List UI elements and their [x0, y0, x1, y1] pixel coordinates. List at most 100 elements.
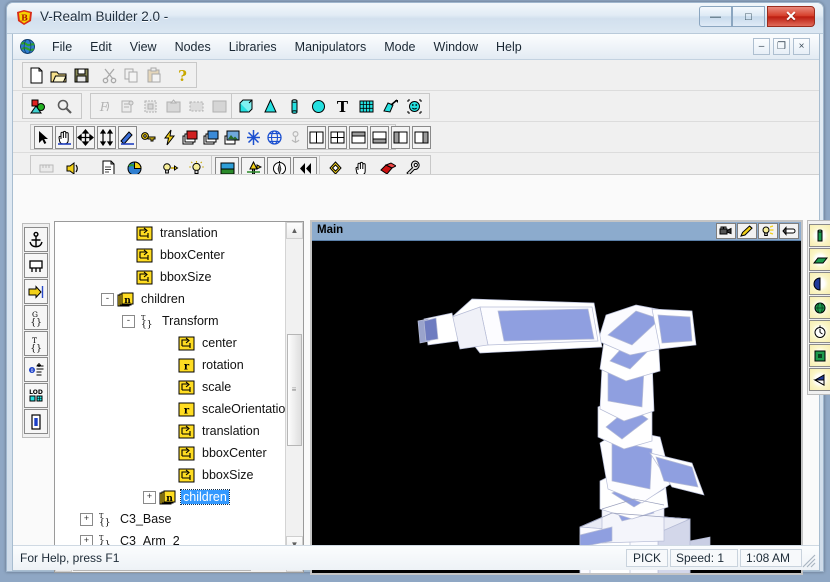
cut-button[interactable]	[99, 63, 120, 87]
open-file-button[interactable]	[48, 63, 69, 87]
window-maximize-button[interactable]: □	[732, 6, 765, 27]
lod-node-button[interactable]: LOD	[24, 383, 48, 408]
anchor-view-button[interactable]	[286, 125, 305, 149]
text-button[interactable]: T	[331, 94, 354, 118]
paint-button[interactable]	[118, 125, 137, 149]
tree-node[interactable]: bboxSize	[55, 464, 286, 486]
square-view-button[interactable]	[809, 344, 830, 367]
menu-libraries[interactable]: Libraries	[220, 37, 286, 57]
tree-vertical-scrollbar[interactable]: ▲ ≡ ▼	[285, 222, 303, 553]
save-file-button[interactable]	[70, 63, 92, 87]
function-button[interactable]: F	[94, 94, 115, 118]
lightning-button[interactable]	[160, 125, 179, 149]
menu-nodes[interactable]: Nodes	[166, 37, 220, 57]
tree-node[interactable]: translation	[55, 222, 286, 244]
extrusion-button[interactable]	[379, 94, 402, 118]
menu-help[interactable]: Help	[487, 37, 531, 57]
box-button[interactable]	[235, 94, 258, 118]
copy-button[interactable]	[121, 63, 143, 87]
snap-button[interactable]	[244, 125, 263, 149]
insert-node-button[interactable]	[163, 94, 184, 118]
paste-button[interactable]	[144, 63, 165, 87]
billboard-node-button[interactable]	[24, 253, 48, 278]
face-button[interactable]	[403, 94, 426, 118]
group-node-button[interactable]: G{}	[24, 305, 48, 330]
cone-button[interactable]	[259, 94, 282, 118]
menu-mode[interactable]: Mode	[375, 37, 424, 57]
pane-left-button[interactable]	[391, 125, 410, 149]
new-file-button[interactable]	[26, 63, 47, 87]
anchor-node-button[interactable]	[24, 227, 48, 252]
tree-node[interactable]: + n children	[55, 486, 286, 508]
inline-node-button[interactable]	[24, 409, 48, 434]
switch-node-button[interactable]: 0	[24, 357, 48, 382]
half-sphere-view-button[interactable]	[809, 272, 830, 295]
menu-window[interactable]: Window	[425, 37, 487, 57]
globe-wireframe-button[interactable]	[265, 125, 284, 149]
mdi-restore-button[interactable]: ❐	[773, 38, 790, 55]
pane-bottom-button[interactable]	[370, 125, 389, 149]
expand-toggle-icon[interactable]: +	[80, 512, 93, 526]
tree-node[interactable]: r rotation	[55, 354, 286, 376]
tree-node[interactable]: bboxCenter	[55, 244, 286, 266]
scene-tree-panel[interactable]: translation bboxCenter bboxSize - n children -…	[54, 221, 304, 554]
select-tool-button[interactable]	[34, 125, 53, 149]
pane-right-button[interactable]	[412, 125, 431, 149]
tree-node[interactable]: + T{} C3_Base	[55, 508, 286, 530]
mdi-close-button[interactable]: ×	[793, 38, 810, 55]
split-vertical-button[interactable]	[307, 125, 326, 149]
tree-scroll-up-button[interactable]: ▲	[286, 222, 303, 239]
layer-image-button[interactable]	[223, 125, 242, 149]
cylinder-view-button[interactable]	[809, 224, 830, 247]
mdi-minimize-button[interactable]: –	[753, 38, 770, 55]
menu-view[interactable]: View	[121, 37, 166, 57]
node-edit-button[interactable]	[140, 94, 161, 118]
pane-top-button[interactable]	[349, 125, 368, 149]
find-button[interactable]	[52, 94, 76, 118]
resize-grip-icon[interactable]	[802, 554, 816, 568]
tree-node[interactable]: bboxCenter	[55, 442, 286, 464]
key-button[interactable]	[139, 125, 158, 149]
tree-node[interactable]: - T{} Transform	[55, 310, 286, 332]
tree-node[interactable]: translation	[55, 420, 286, 442]
tree-node[interactable]: scale	[55, 376, 286, 398]
route-button[interactable]	[117, 94, 138, 118]
expand-toggle-icon[interactable]: +	[143, 490, 156, 504]
viewport-3d-scene[interactable]	[312, 241, 801, 573]
layer-blue-button[interactable]	[202, 125, 221, 149]
menu-edit[interactable]: Edit	[81, 37, 121, 57]
fill-button[interactable]	[209, 94, 230, 118]
tree-node[interactable]: r scaleOrientatio	[55, 398, 286, 420]
cone-view-button[interactable]	[809, 368, 830, 391]
tree-node[interactable]: center	[55, 332, 286, 354]
four-pane-button[interactable]	[328, 125, 347, 149]
view-camera-button[interactable]	[716, 223, 736, 239]
tree-node[interactable]: - n children	[55, 288, 286, 310]
collapse-toggle-icon[interactable]: -	[101, 292, 114, 306]
transform-node-button[interactable]: T{}	[24, 331, 48, 356]
layer-red-button[interactable]	[181, 125, 200, 149]
select-region-button[interactable]	[186, 94, 207, 118]
scale-button[interactable]	[97, 125, 116, 149]
plane-view-button[interactable]	[809, 248, 830, 271]
scene-objects-button[interactable]	[26, 94, 50, 118]
tree-vertical-thumb[interactable]: ≡	[287, 334, 302, 446]
window-minimize-button[interactable]: —	[699, 6, 732, 27]
view-light-button[interactable]	[758, 223, 778, 239]
tree-node[interactable]: bboxSize	[55, 266, 286, 288]
elevation-grid-button[interactable]	[355, 94, 378, 118]
move-xyz-button[interactable]	[76, 125, 95, 149]
collision-node-button[interactable]	[24, 279, 48, 304]
cylinder-button[interactable]	[283, 94, 306, 118]
help-button[interactable]: ?	[172, 63, 194, 87]
menu-file[interactable]: File	[43, 37, 81, 57]
menu-manipulators[interactable]: Manipulators	[286, 37, 376, 57]
view-undo-button[interactable]	[779, 223, 799, 239]
pan-hand-button[interactable]	[55, 125, 74, 149]
clock-view-button[interactable]	[809, 320, 830, 343]
view-edit-button[interactable]	[737, 223, 757, 239]
collapse-toggle-icon[interactable]: -	[122, 314, 135, 328]
sphere-button[interactable]	[307, 94, 330, 118]
globe-view-button[interactable]	[809, 296, 830, 319]
window-close-button[interactable]: ✕	[767, 6, 815, 27]
